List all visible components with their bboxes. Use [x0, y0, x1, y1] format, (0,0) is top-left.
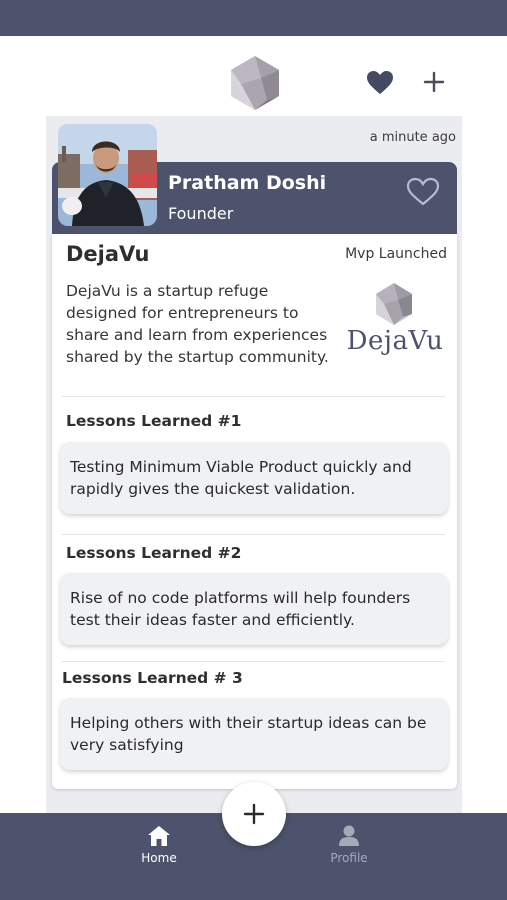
tab-profile[interactable]: Profile [309, 825, 389, 875]
person-icon [339, 825, 359, 846]
lesson-text-3: Helping others with their startup ideas … [70, 714, 427, 754]
lesson-title-1: Lessons Learned #1 [66, 412, 242, 430]
dejavu-gem-icon [231, 56, 279, 110]
lesson-box-2: Rise of no code platforms will help foun… [60, 573, 448, 645]
divider [62, 534, 445, 535]
app-header [0, 36, 507, 116]
lesson-box-1: Testing Minimum Viable Product quickly a… [60, 442, 448, 514]
dejavu-gem-icon [376, 283, 412, 325]
post-timestamp: a minute ago [369, 130, 456, 145]
like-heart-icon[interactable] [406, 177, 440, 207]
divider [62, 661, 445, 662]
lesson-text-2: Rise of no code platforms will help foun… [70, 589, 411, 629]
startup-logo-text: DejaVu [346, 326, 444, 356]
lesson-title-2: Lessons Learned #2 [66, 544, 242, 562]
tab-profile-label: Profile [330, 851, 368, 865]
tab-home[interactable]: Home [119, 825, 199, 875]
startup-logo: DejaVu [338, 278, 452, 368]
author-name[interactable]: Pratham Doshi [168, 172, 326, 194]
plus-icon [243, 803, 265, 825]
stage-badge: Mvp Launched [345, 246, 447, 262]
post-card: DejaVu Mvp Launched DejaVu is a startup … [52, 234, 457, 789]
startup-description: DejaVu is a startup refuge designed for … [66, 282, 329, 366]
tab-home-label: Home [141, 851, 177, 865]
lesson-title-3: Lessons Learned # 3 [62, 669, 243, 687]
add-plus-icon[interactable] [420, 68, 448, 96]
favorites-heart-icon[interactable] [366, 70, 394, 96]
create-post-button[interactable] [222, 782, 286, 846]
status-bar [0, 0, 507, 36]
lesson-box-3: Helping others with their startup ideas … [60, 698, 448, 770]
avatar-photo [58, 124, 157, 226]
startup-name[interactable]: DejaVu [66, 242, 150, 266]
divider [62, 396, 445, 397]
lesson-text-1: Testing Minimum Viable Product quickly a… [70, 458, 412, 498]
home-icon [148, 826, 170, 846]
avatar[interactable] [58, 124, 157, 226]
author-role: Founder [168, 204, 234, 223]
